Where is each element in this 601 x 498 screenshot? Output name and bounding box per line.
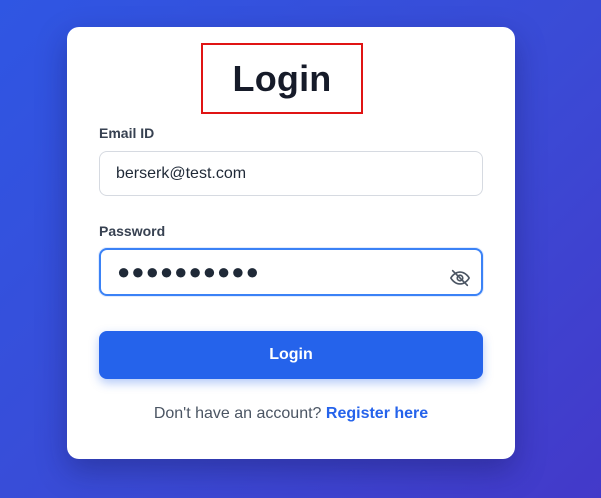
title-highlight-box: Login	[201, 43, 363, 114]
login-button[interactable]: Login	[99, 331, 483, 379]
register-prompt-text: Don't have an account?	[153, 405, 322, 422]
email-field[interactable]	[99, 151, 483, 196]
password-label: Password	[99, 223, 166, 239]
email-label: Email ID	[99, 125, 155, 141]
password-field[interactable]	[99, 248, 483, 296]
register-prompt: Don't have an account? Register here	[67, 405, 515, 423]
eye-off-icon[interactable]	[449, 267, 471, 289]
login-card: Login Email ID Password Login Don't have…	[67, 27, 515, 459]
page-title: Login	[232, 57, 332, 99]
register-link[interactable]: Register here	[326, 405, 428, 422]
